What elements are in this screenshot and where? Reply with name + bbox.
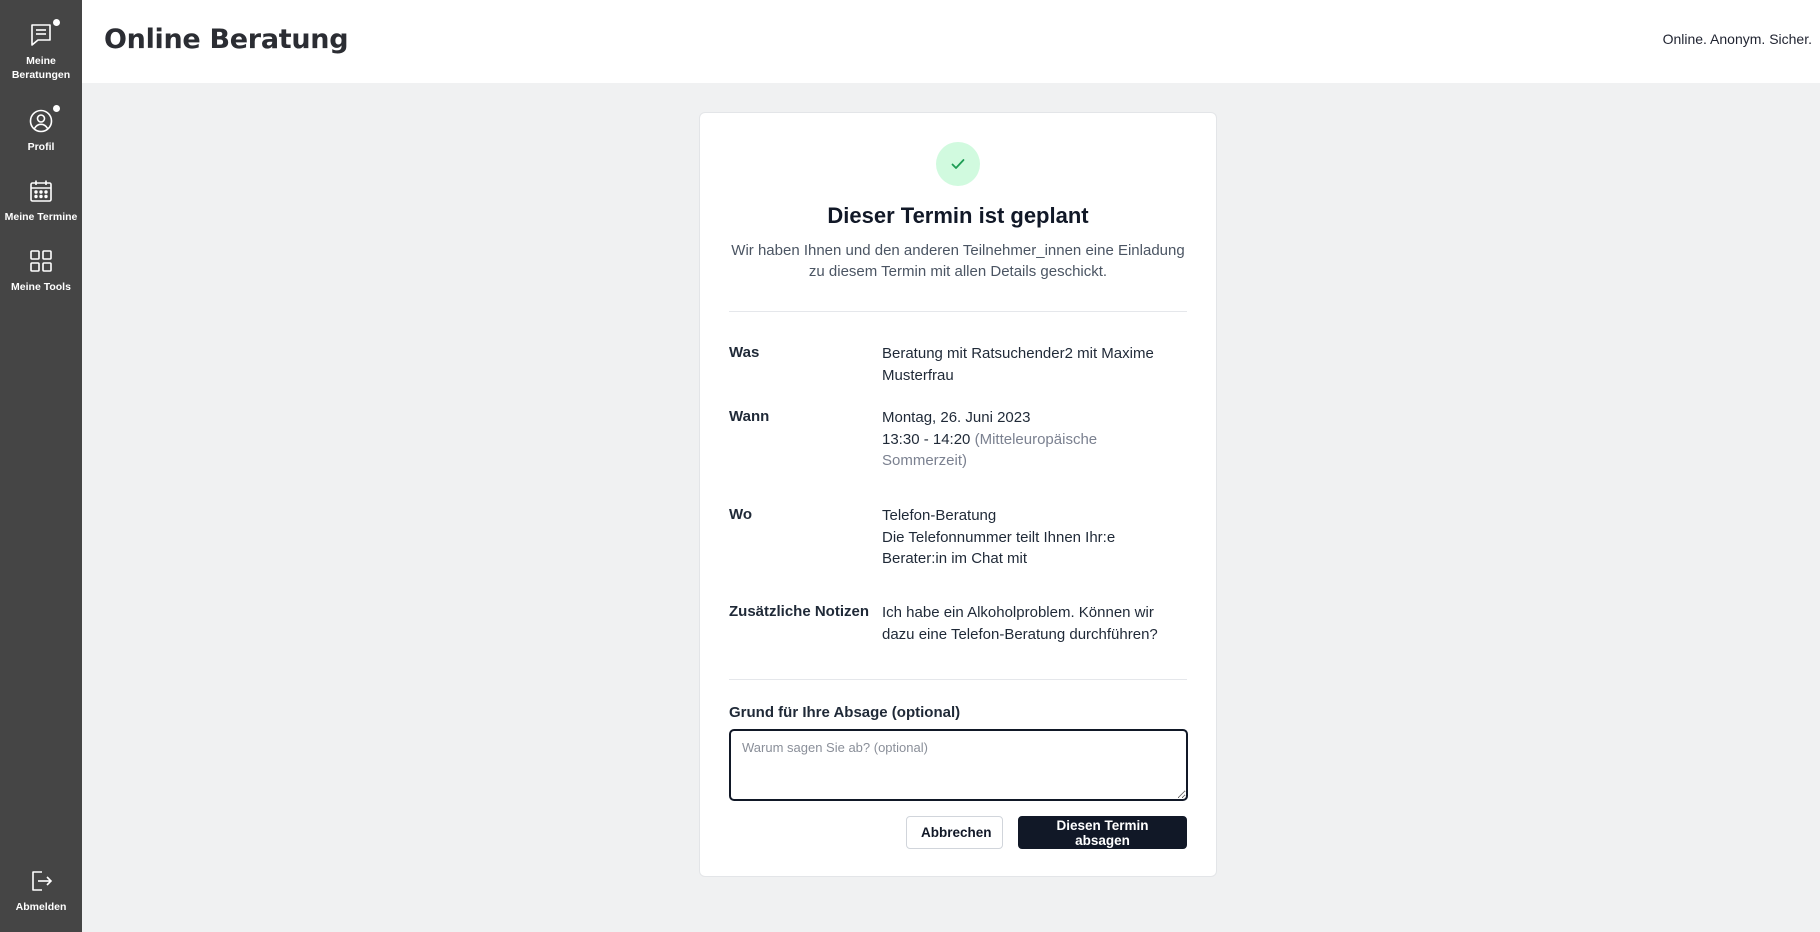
when-time-line: 13:30 - 14:20 (Mitteleuropäische Sommerz… [882,429,1172,472]
notification-dot [53,19,60,26]
when-date: Montag, 26. Juni 2023 [882,409,1031,426]
booking-card: Dieser Termin ist geplant Wir haben Ihne… [699,112,1217,877]
sidebar-item-label: Profil [27,141,55,153]
notification-dot [53,105,60,112]
sidebar-item-label: Meine Termine [4,211,78,223]
cancel-appointment-button[interactable]: Diesen Termin absagen [1018,816,1187,849]
what-label: Was [729,344,760,361]
notes-label: Zusätzliche Notizen [729,603,870,620]
logout-button[interactable]: Abmelden [0,868,82,914]
sidebar-item-meine-beratungen[interactable]: Meine Beratungen [0,19,82,82]
booking-heading: Dieser Termin ist geplant [827,203,1089,228]
when-value: Montag, 26. Juni 2023 13:30 - 14:20 (Mit… [882,407,1172,472]
user-circle-icon [28,105,60,134]
sidebar-item-label: Meine Beratungen [11,55,71,81]
what-value: Beratung mit Ratsuchender2 mit Maxime Mu… [882,345,1154,384]
where-note: Die Telefonnummer teilt Ihnen Ihr:e Bera… [882,528,1116,568]
cancel-reason-field[interactable] [729,729,1188,801]
app-claim: Online. Anonym. Sicher. [1662,31,1812,47]
calendar-icon [28,178,54,204]
cancel-reason-label: Grund für Ihre Absage (optional) [729,704,961,721]
where-label: Wo [729,506,753,523]
chat-list-icon [28,19,60,48]
divider [729,311,1187,312]
sidebar: Meine Beratungen Profil Meine Termine Me… [0,0,82,932]
check-icon [951,159,965,169]
sidebar-item-label: Meine Tools [11,281,71,293]
notes-value: Ich habe ein Alkoholproblem. Können wir … [882,604,1158,643]
logout-label: Abmelden [15,901,67,913]
where-value: Telefon-Beratung Die Telefonnummer teilt… [882,505,1172,570]
when-time: 13:30 - 14:20 [882,430,971,448]
where-type: Telefon-Beratung [882,507,997,524]
cancel-button[interactable]: Abbrechen [906,816,1003,849]
sidebar-item-profil[interactable]: Profil [0,105,82,154]
sidebar-item-meine-termine[interactable]: Meine Termine [0,178,82,224]
app-title: Online Beratung [104,24,349,55]
grid-icon [28,248,54,274]
when-label: Wann [729,408,770,425]
divider [729,679,1187,680]
sidebar-item-meine-tools[interactable]: Meine Tools [0,248,82,294]
booking-intro: Wir haben Ihnen und den anderen Teilnehm… [731,242,1185,280]
success-badge [936,142,980,186]
logout-icon [28,868,54,894]
top-header: Online Beratung Online. Anonym. Sicher. [82,0,1820,83]
